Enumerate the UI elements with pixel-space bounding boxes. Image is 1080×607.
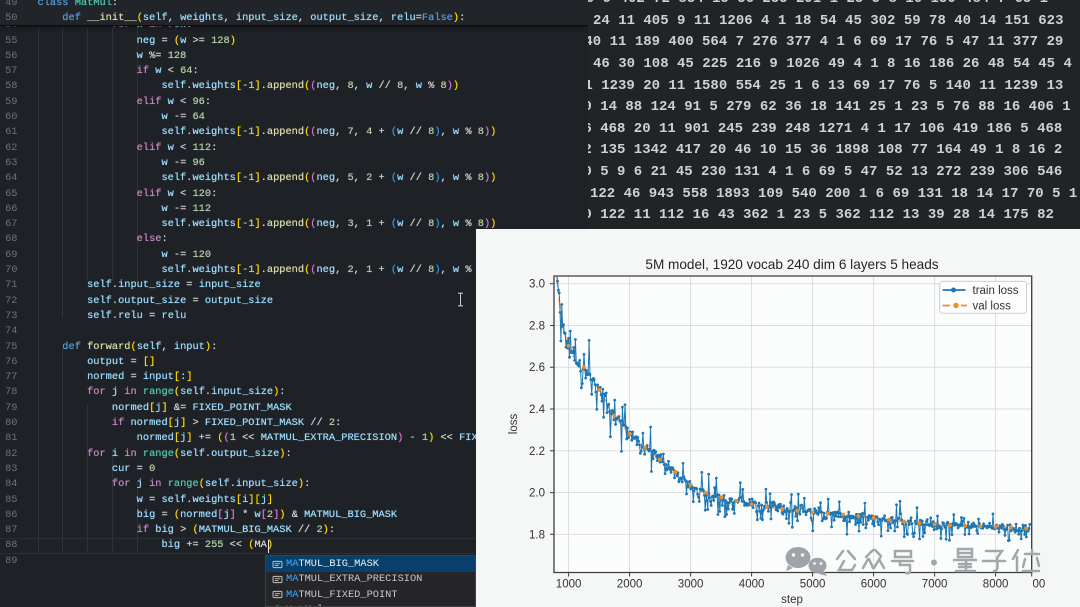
svg-text:loss: loss: [508, 414, 520, 435]
svg-text:00: 00: [1033, 579, 1046, 591]
svg-text:1.8: 1.8: [529, 529, 545, 541]
svg-text:3.0: 3.0: [529, 279, 545, 291]
svg-text:7000: 7000: [922, 579, 948, 591]
svg-text:step: step: [781, 594, 803, 606]
svg-text:4000: 4000: [739, 579, 765, 591]
svg-text:2000: 2000: [617, 579, 643, 591]
svg-text:3000: 3000: [678, 579, 704, 591]
svg-text:2.0: 2.0: [529, 488, 545, 500]
svg-text:2.8: 2.8: [529, 321, 545, 333]
svg-text:1000: 1000: [556, 579, 582, 591]
svg-text:6000: 6000: [861, 579, 887, 591]
svg-text:5M model, 1920 vocab 240 dim 6: 5M model, 1920 vocab 240 dim 6 layers 5 …: [645, 257, 938, 272]
svg-text:2.2: 2.2: [529, 446, 545, 458]
svg-text:2.6: 2.6: [529, 362, 545, 374]
svg-text:train loss: train loss: [973, 285, 1019, 297]
svg-text:5000: 5000: [800, 579, 826, 591]
svg-text:val loss: val loss: [973, 301, 1012, 313]
svg-text:8000: 8000: [983, 579, 1009, 591]
svg-text:2.4: 2.4: [529, 404, 546, 416]
